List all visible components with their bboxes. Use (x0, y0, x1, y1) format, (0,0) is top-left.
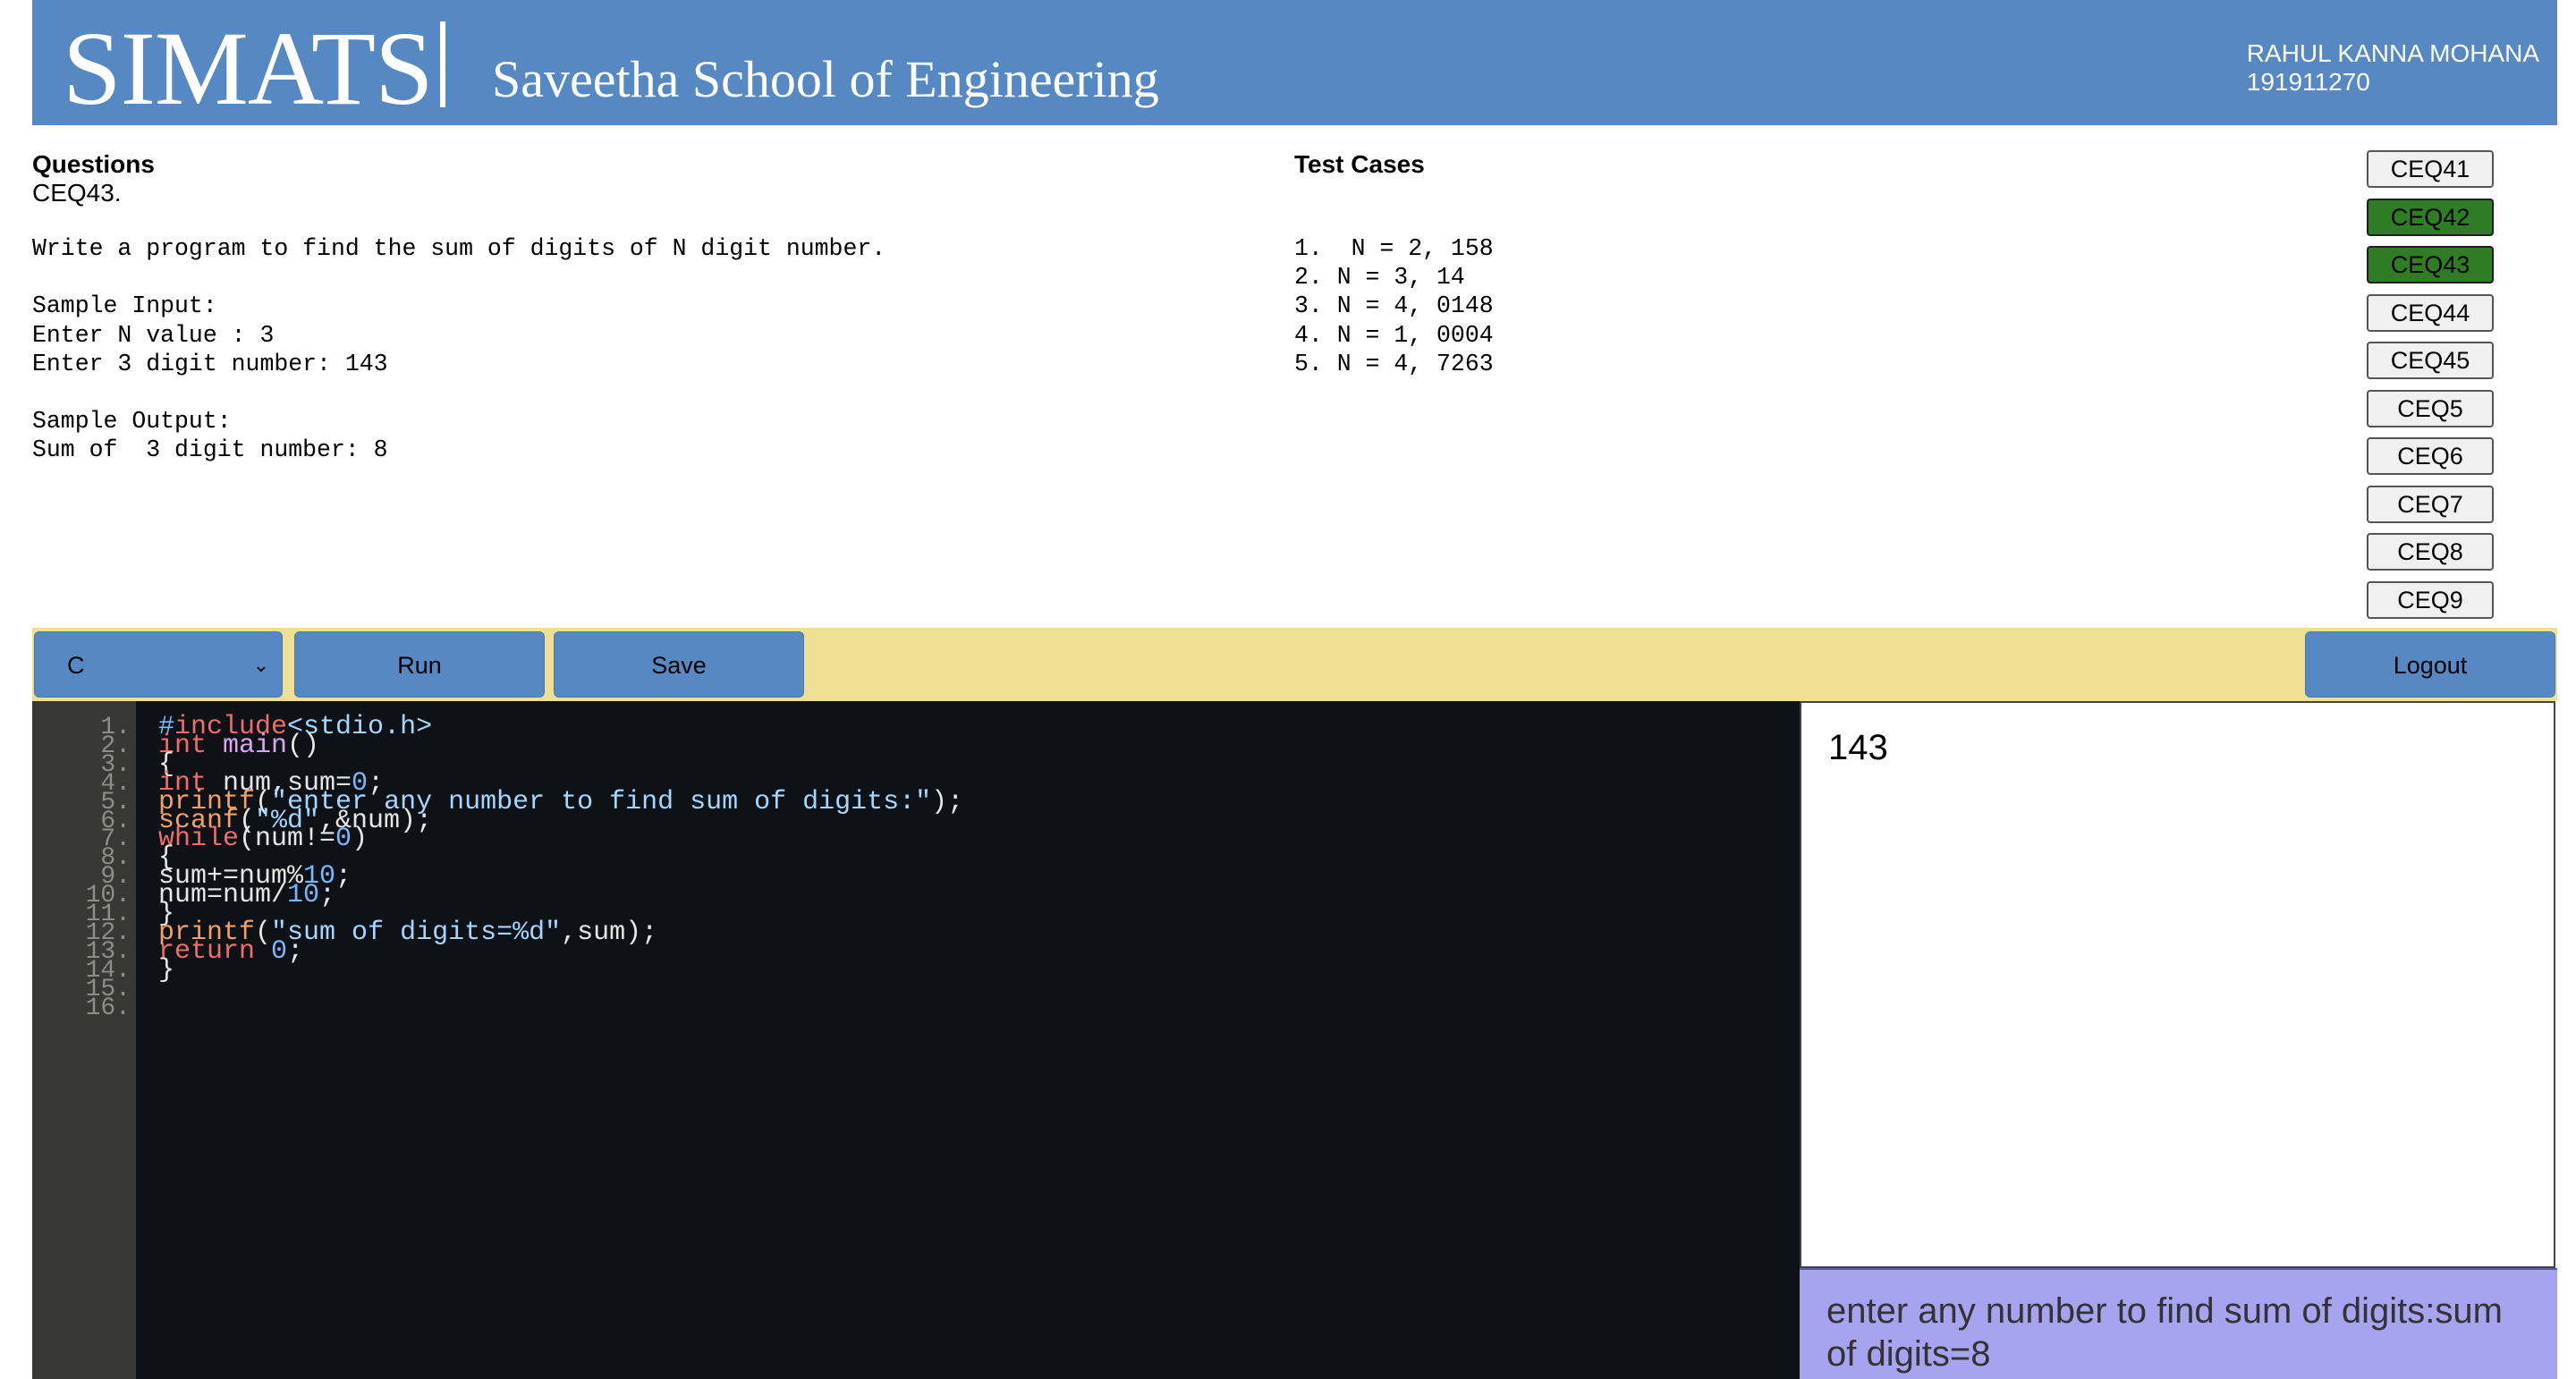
code-token: ,sum); (561, 917, 658, 948)
line-number-gutter: 1. 2. 3. 4. 5. 6. 7. 8. 9. 10. 11. 12. 13. 14. 15. 16. (32, 701, 136, 1379)
user-info: RAHUL KANNA MOHANA 191911270 (2247, 39, 2539, 97)
code-token: (num!= (239, 824, 336, 855)
code-line: return 0; (158, 936, 303, 967)
code-token: } (158, 954, 175, 986)
question-button[interactable]: CEQ7 (2367, 485, 2494, 523)
language-select[interactable]: C ⌄ (34, 631, 283, 698)
logout-button[interactable]: Logout (2305, 631, 2555, 698)
code-editor[interactable]: 1. 2. 3. 4. 5. 6. 7. 8. 9. 10. 11. 12. 13. 14. 15. 16. … (32, 701, 1800, 1379)
simats-logo: SIMATS (63, 11, 445, 127)
question-code: CEQ43. (32, 179, 122, 207)
test-case-item: 1. N = 2, 158 (1294, 235, 1494, 262)
toolbar: C ⌄ Run Save Logout (32, 628, 2557, 701)
user-name: RAHUL KANNA MOHANA (2246, 39, 2539, 67)
test-case-item: 4. N = 1, 0004 (1294, 321, 1494, 349)
question-text: Write a program to find the sum of digit… (32, 235, 886, 464)
test-cases-heading: Test Cases (1294, 150, 1425, 178)
code-token: main (223, 730, 288, 761)
code-line: } (158, 955, 174, 986)
question-list[interactable]: CEQ41 CEQ42 CEQ43 CEQ44 CEQ45 CEQ5 CEQ6 CEQ7 CEQ… (2367, 150, 2494, 628)
school-name: Saveetha School of Engineering (492, 50, 1159, 108)
test-case-item: 3. N = 4, 0148 (1294, 292, 1494, 320)
user-id: 191911270 (2246, 68, 2370, 96)
code-line: num=num/10; (158, 880, 335, 910)
questions-heading: Questions (32, 150, 155, 178)
run-button[interactable]: Run (294, 631, 545, 698)
code-token: () (287, 730, 320, 761)
test-case-item: 2. N = 3, 14 (1294, 264, 1465, 292)
code-token: num=num/ (158, 880, 288, 911)
code-token: "sum of digits=%d" (271, 917, 562, 948)
code-token: 0 (271, 935, 288, 967)
logo-divider (439, 21, 445, 107)
program-input[interactable]: 143 (1800, 701, 2555, 1268)
app-header: SIMATS Saveetha School of Engineering RA… (32, 0, 2557, 127)
question-button[interactable]: CEQ44 (2367, 293, 2494, 332)
line-number: 16. (85, 994, 131, 1022)
code-token: ; (319, 880, 336, 911)
question-button[interactable]: CEQ5 (2367, 389, 2494, 427)
test-case-list: 1. N = 2, 158 2. N = 3, 14 3. N = 4, 014… (1294, 234, 1494, 378)
question-button[interactable]: CEQ9 (2367, 580, 2494, 619)
code-token: ; (287, 935, 304, 967)
question-button[interactable]: CEQ43 (2367, 246, 2494, 283)
language-value: C (67, 652, 85, 679)
logo-text: SIMATS (63, 10, 434, 127)
question-button[interactable]: CEQ45 (2367, 342, 2494, 379)
save-button[interactable]: Save (554, 631, 804, 698)
code-token: ); (931, 786, 964, 817)
code-token: ; (335, 861, 352, 893)
question-button[interactable]: CEQ42 (2367, 198, 2494, 236)
chevron-down-icon: ⌄ (252, 654, 269, 676)
code-line: int main() (158, 731, 319, 761)
code-token: 0 (335, 824, 352, 855)
test-case-item: 5. N = 4, 7263 (1294, 350, 1494, 377)
question-button[interactable]: CEQ6 (2367, 437, 2494, 475)
code-token: 10 (287, 880, 320, 911)
code-line: while(num!=0) (158, 824, 368, 854)
question-button[interactable]: CEQ8 (2367, 533, 2494, 571)
code-token: ) (352, 824, 369, 855)
program-output: enter any number to find sum of digits:s… (1800, 1268, 2557, 1379)
question-button[interactable]: CEQ41 (2367, 150, 2494, 188)
